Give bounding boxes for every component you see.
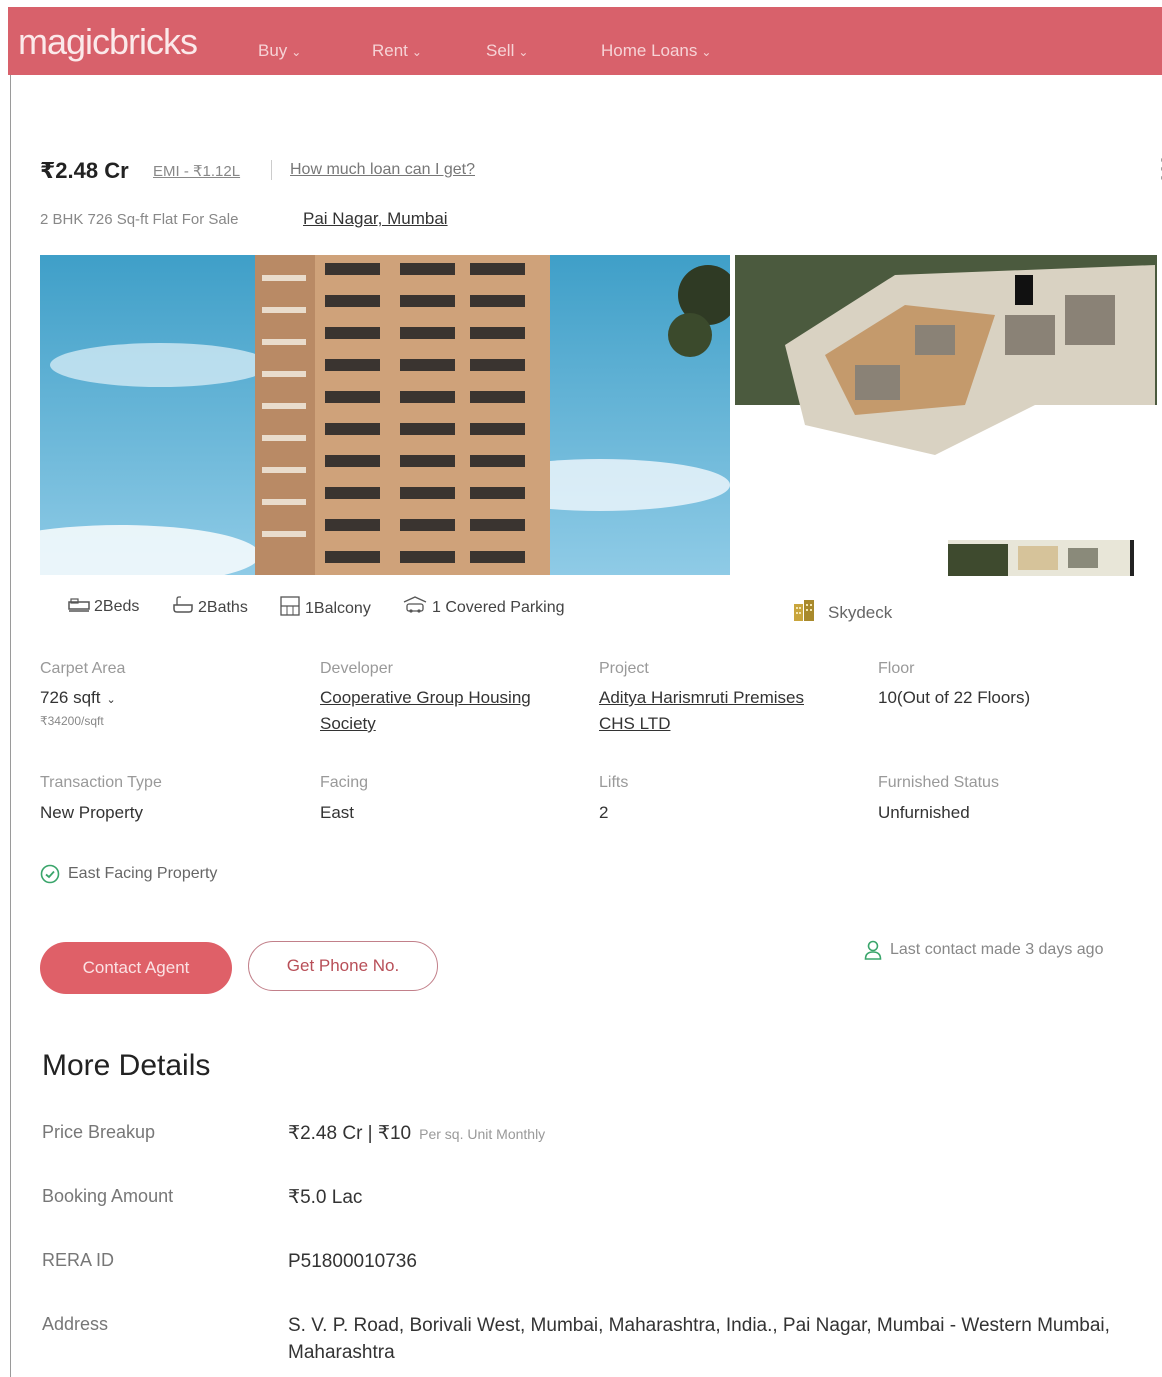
transaction-type-value: New Property: [40, 803, 143, 822]
building-photo: [40, 255, 730, 575]
left-border: [10, 70, 11, 1377]
lifts-value: 2: [599, 803, 609, 822]
price-breakup-value: ₹2.48 Cr | ₹10 Per sq. Unit Monthly: [288, 1120, 1118, 1148]
amenity-balcony: 1Balcony: [279, 596, 371, 621]
amenity-baths: 2Baths: [172, 596, 248, 619]
thumbnail-photo[interactable]: [948, 540, 1134, 576]
chevron-down-icon: ⌄: [518, 45, 529, 59]
contact-agent-button[interactable]: Contact Agent: [40, 942, 232, 994]
nav-home-loans[interactable]: Home Loans ⌄: [601, 41, 711, 61]
emi-link[interactable]: EMI - ₹1.12L: [153, 162, 240, 180]
transaction-type-label: Transaction Type: [40, 774, 162, 791]
developer-line2: Society: [320, 714, 376, 733]
price-breakup-label: Price Breakup: [42, 1122, 156, 1142]
nav-rent-label: Rent: [372, 41, 408, 60]
amenity-baths-label: 2Baths: [198, 598, 248, 616]
loan-eligibility-link[interactable]: How much loan can I get?: [290, 161, 475, 179]
skydeck-label: Skydeck: [828, 602, 893, 622]
chevron-down-icon: ⌄: [106, 694, 116, 706]
nav-sell[interactable]: Sell ⌄: [486, 41, 528, 61]
facing-value: East: [320, 803, 355, 822]
price-breakup-note: Per sq. Unit Monthly: [419, 1126, 546, 1142]
site-logo[interactable]: magicbricks: [18, 21, 198, 63]
parking-icon: [402, 596, 428, 619]
nav-buy-label: Buy: [258, 41, 288, 60]
user-icon: [864, 940, 882, 960]
booking-amount-value: ₹5.0 Lac: [288, 1187, 363, 1208]
project-label: Project: [599, 660, 649, 677]
price-per-sqft: ₹34200/sqft: [40, 714, 104, 728]
chevron-down-icon: ⌄: [701, 45, 712, 59]
floor-plan-photo[interactable]: [735, 255, 1157, 455]
east-facing-tag: East Facing Property: [40, 864, 217, 884]
developer-label: Developer: [320, 660, 393, 677]
top-navbar: magicbricks Buy ⌄ Rent ⌄ Sell ⌄ Home Loans ⌄: [8, 7, 1162, 75]
project-link[interactable]: Aditya Harismruti Premises CHS LTD: [599, 685, 804, 737]
amenity-parking-label: 1 Covered Parking: [432, 598, 565, 616]
more-details-heading: More Details: [42, 1049, 211, 1082]
price-breakup-text: ₹2.48 Cr | ₹10: [288, 1123, 412, 1144]
skydeck-tag: Skydeck: [792, 598, 892, 627]
project-line2: CHS LTD: [599, 714, 671, 733]
booking-amount-label: Booking Amount: [42, 1186, 174, 1206]
divider: [271, 160, 272, 180]
east-facing-label: East Facing Property: [68, 865, 218, 882]
nav-rent[interactable]: Rent ⌄: [372, 41, 422, 61]
bath-icon: [172, 596, 194, 619]
building-icon: [792, 598, 816, 627]
amenity-beds: 2Beds: [68, 596, 139, 617]
bed-icon: [68, 596, 90, 617]
furnished-status-value: Unfurnished: [878, 803, 970, 822]
furnished-status-label: Furnished Status: [878, 774, 999, 791]
last-contact-text: Last contact made 3 days ago: [890, 941, 1104, 958]
project-line1: Aditya Harismruti Premises: [599, 688, 804, 707]
amenity-parking: 1 Covered Parking: [402, 596, 565, 619]
floor-label: Floor: [878, 660, 915, 677]
rera-id-value: P51800010736: [288, 1251, 417, 1272]
carpet-area-value[interactable]: 726 sqft ⌄: [40, 688, 116, 708]
facing-label: Facing: [320, 774, 369, 791]
nav-buy[interactable]: Buy ⌄: [258, 41, 301, 61]
address-value: S. V. P. Road, Borivali West, Mumbai, Ma…: [288, 1315, 1110, 1363]
amenity-balcony-label: 1Balcony: [305, 599, 371, 617]
lifts-label: Lifts: [599, 774, 629, 791]
last-contact-info: Last contact made 3 days ago: [864, 940, 1103, 960]
floor-plan-image: [735, 255, 1157, 455]
rera-id-label: RERA ID: [42, 1250, 115, 1270]
address-label: Address: [42, 1314, 109, 1334]
property-subtitle: 2 BHK 726 Sq-ft Flat For Sale: [40, 211, 239, 228]
chevron-down-icon: ⌄: [291, 45, 302, 59]
floor-value: 10(Out of 22 Floors): [878, 688, 1031, 707]
thumbnail-image: [948, 540, 1134, 576]
carpet-area-text: 726 sqft: [40, 688, 101, 707]
get-phone-button[interactable]: Get Phone No.: [248, 941, 438, 991]
nav-home-loans-label: Home Loans: [601, 41, 698, 60]
developer-line1: Cooperative Group Housing: [320, 688, 531, 707]
amenity-beds-label: 2Beds: [94, 597, 140, 615]
developer-link[interactable]: Cooperative Group Housing Society: [320, 685, 531, 737]
location-link[interactable]: Pai Nagar, Mumbai: [303, 209, 448, 229]
chevron-down-icon: ⌄: [411, 45, 422, 59]
top-edge: [0, 0, 1162, 6]
property-photo-main[interactable]: [40, 255, 730, 575]
carpet-area-label: Carpet Area: [40, 660, 126, 677]
balcony-icon: [279, 596, 301, 621]
nav-sell-label: Sell: [486, 41, 515, 60]
property-price: ₹2.48 Cr: [40, 158, 129, 183]
more-options-icon[interactable]: ⋮: [1150, 155, 1162, 181]
check-circle-icon: [40, 864, 60, 884]
